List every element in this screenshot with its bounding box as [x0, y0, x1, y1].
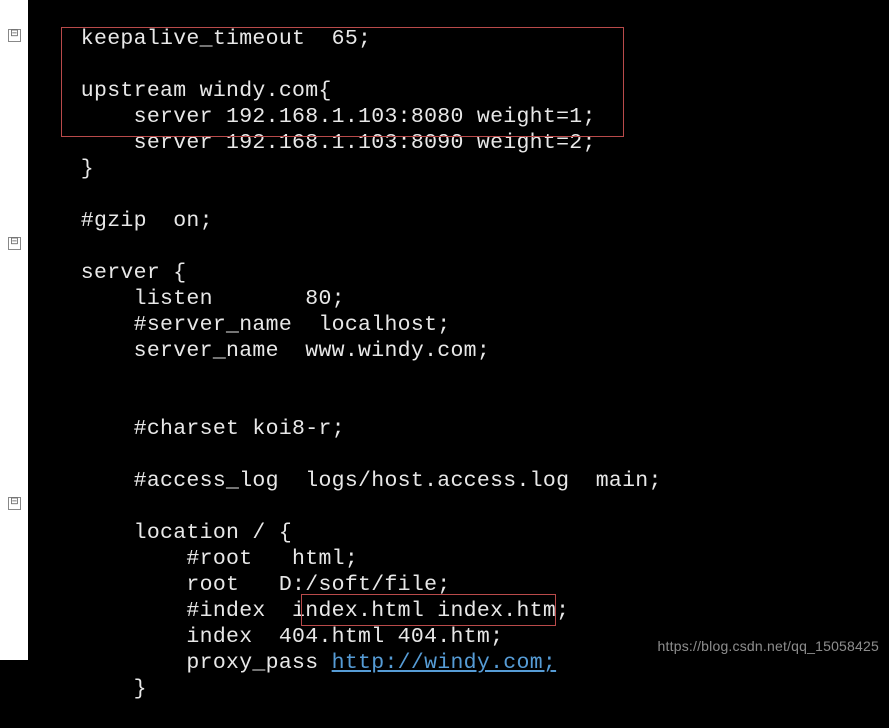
code-line: #index index.html index.htm;: [28, 599, 569, 623]
code-line: }: [28, 677, 147, 701]
editor-gutter: ⊟ ⊟ ⊟: [0, 0, 28, 660]
watermark-text: https://blog.csdn.net/qq_15058425: [658, 638, 879, 654]
code-line: location / {: [28, 521, 292, 545]
fold-marker-icon[interactable]: ⊟: [8, 497, 21, 510]
fold-marker-icon[interactable]: ⊟: [8, 29, 21, 42]
code-line: server_name www.windy.com;: [28, 339, 490, 363]
proxy-pass-link[interactable]: http://windy.com;: [332, 651, 556, 675]
code-line: server 192.168.1.103:8090 weight=2;: [28, 131, 596, 155]
code-line: #access_log logs/host.access.log main;: [28, 469, 662, 493]
code-line: server 192.168.1.103:8080 weight=1;: [28, 105, 596, 129]
code-line: server {: [28, 261, 186, 285]
code-line: listen 80;: [28, 287, 345, 311]
code-line: root D:/soft/file;: [28, 573, 450, 597]
fold-marker-icon[interactable]: ⊟: [8, 237, 21, 250]
code-editor[interactable]: keepalive_timeout 65; upstream windy.com…: [28, 0, 889, 660]
code-line: }: [28, 157, 94, 181]
code-content: keepalive_timeout 65; upstream windy.com…: [28, 26, 889, 702]
code-line: #server_name localhost;: [28, 313, 450, 337]
code-line: #charset koi8-r;: [28, 417, 345, 441]
code-line: #root html;: [28, 547, 358, 571]
code-line: upstream windy.com{: [28, 79, 332, 103]
code-line: index 404.html 404.htm;: [28, 625, 503, 649]
code-line: keepalive_timeout 65;: [28, 27, 371, 51]
code-line: #gzip on;: [28, 209, 213, 233]
code-line: proxy_pass: [28, 651, 332, 675]
